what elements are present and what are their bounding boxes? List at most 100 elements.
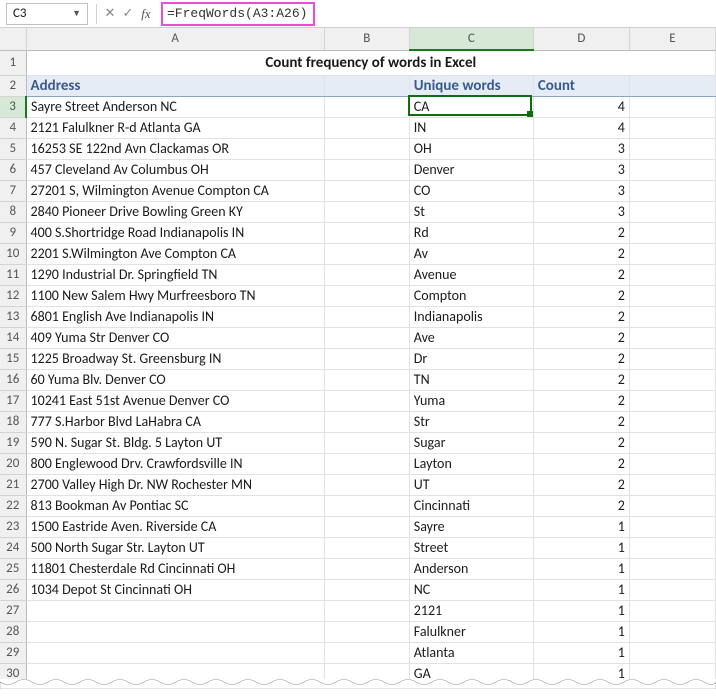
cell-B27[interactable] — [324, 600, 409, 621]
fx-icon[interactable]: fx — [137, 6, 155, 22]
row-header-19[interactable]: 19 — [0, 432, 26, 453]
cell-C3[interactable]: CA — [409, 96, 533, 117]
row-header-8[interactable]: 8 — [0, 201, 26, 222]
cell-A27[interactable] — [26, 600, 324, 621]
header-cell-E[interactable] — [629, 75, 715, 96]
cell-D27[interactable]: 1 — [533, 600, 629, 621]
cell-D10[interactable]: 2 — [533, 243, 629, 264]
cell-B18[interactable] — [324, 411, 409, 432]
cell-D17[interactable]: 2 — [533, 390, 629, 411]
cell-B3[interactable] — [324, 96, 409, 117]
cell-B5[interactable] — [324, 138, 409, 159]
cell-E28[interactable] — [629, 621, 715, 642]
cell-A14[interactable]: 409 Yuma Str Denver CO — [26, 327, 324, 348]
row-header-1[interactable]: 1 — [0, 50, 26, 75]
cell-B9[interactable] — [324, 222, 409, 243]
cell-A25[interactable]: 11801 Chesterdale Rd Cincinnati OH — [26, 558, 324, 579]
cell-E20[interactable] — [629, 453, 715, 474]
cell-C27[interactable]: 2121 — [409, 600, 533, 621]
cell-D11[interactable]: 2 — [533, 264, 629, 285]
row-header-9[interactable]: 9 — [0, 222, 26, 243]
row-header-7[interactable]: 7 — [0, 180, 26, 201]
column-header-D[interactable]: D — [533, 28, 629, 50]
column-header-A[interactable]: A — [26, 28, 324, 50]
cell-E7[interactable] — [629, 180, 715, 201]
cell-D4[interactable]: 4 — [533, 117, 629, 138]
row-header-20[interactable]: 20 — [0, 453, 26, 474]
cell-D7[interactable]: 3 — [533, 180, 629, 201]
cell-E11[interactable] — [629, 264, 715, 285]
cell-A5[interactable]: 16253 SE 122nd Avn Clackamas OR — [26, 138, 324, 159]
cell-C5[interactable]: OH — [409, 138, 533, 159]
cell-A8[interactable]: 2840 Pioneer Drive Bowling Green KY — [26, 201, 324, 222]
cell-C26[interactable]: NC — [409, 579, 533, 600]
cell-C24[interactable]: Street — [409, 537, 533, 558]
cell-C10[interactable]: Av — [409, 243, 533, 264]
cell-B21[interactable] — [324, 474, 409, 495]
row-header-12[interactable]: 12 — [0, 285, 26, 306]
header-cell-A[interactable]: Address — [26, 75, 324, 96]
cell-C17[interactable]: Yuma — [409, 390, 533, 411]
cell-B24[interactable] — [324, 537, 409, 558]
cell-B17[interactable] — [324, 390, 409, 411]
cell-C22[interactable]: Cincinnati — [409, 495, 533, 516]
cell-D29[interactable]: 1 — [533, 642, 629, 663]
cell-E9[interactable] — [629, 222, 715, 243]
name-box[interactable]: C3 ▼ — [6, 3, 88, 25]
cell-C23[interactable]: Sayre — [409, 516, 533, 537]
row-header-15[interactable]: 15 — [0, 348, 26, 369]
cell-B28[interactable] — [324, 621, 409, 642]
cell-C13[interactable]: Indianapolis — [409, 306, 533, 327]
cell-E18[interactable] — [629, 411, 715, 432]
column-header-B[interactable]: B — [324, 28, 409, 50]
cell-A12[interactable]: 1100 New Salem Hwy Murfreesboro TN — [26, 285, 324, 306]
name-box-dropdown-icon[interactable]: ▼ — [72, 8, 81, 19]
cell-E24[interactable] — [629, 537, 715, 558]
cell-E15[interactable] — [629, 348, 715, 369]
row-header-16[interactable]: 16 — [0, 369, 26, 390]
cell-E8[interactable] — [629, 201, 715, 222]
cell-C11[interactable]: Avenue — [409, 264, 533, 285]
cell-A29[interactable] — [26, 642, 324, 663]
cell-C28[interactable]: Falulkner — [409, 621, 533, 642]
cell-A7[interactable]: 27201 S, Wilmington Avenue Compton CA — [26, 180, 324, 201]
cell-C12[interactable]: Compton — [409, 285, 533, 306]
header-cell-C[interactable]: Unique words — [409, 75, 533, 96]
cell-C20[interactable]: Layton — [409, 453, 533, 474]
cell-A9[interactable]: 400 S.Shortridge Road Indianapolis IN — [26, 222, 324, 243]
cell-B19[interactable] — [324, 432, 409, 453]
select-all-corner[interactable] — [0, 28, 26, 50]
cell-A22[interactable]: 813 Bookman Av Pontiac SC — [26, 495, 324, 516]
cell-A19[interactable]: 590 N. Sugar St. Bldg. 5 Layton UT — [26, 432, 324, 453]
cell-A17[interactable]: 10241 East 51st Avenue Denver CO — [26, 390, 324, 411]
cell-B11[interactable] — [324, 264, 409, 285]
cell-D28[interactable]: 1 — [533, 621, 629, 642]
cell-C14[interactable]: Ave — [409, 327, 533, 348]
cell-B15[interactable] — [324, 348, 409, 369]
cell-E21[interactable] — [629, 474, 715, 495]
cell-D19[interactable]: 2 — [533, 432, 629, 453]
cell-D5[interactable]: 3 — [533, 138, 629, 159]
row-header-17[interactable]: 17 — [0, 390, 26, 411]
cell-A16[interactable]: 60 Yuma Blv. Denver CO — [26, 369, 324, 390]
cell-B20[interactable] — [324, 453, 409, 474]
header-cell-D[interactable]: Count — [533, 75, 629, 96]
column-header-C[interactable]: C — [409, 28, 533, 50]
header-cell-B[interactable] — [324, 75, 409, 96]
cell-C9[interactable]: Rd — [409, 222, 533, 243]
cell-D22[interactable]: 2 — [533, 495, 629, 516]
row-header-24[interactable]: 24 — [0, 537, 26, 558]
column-header-E[interactable]: E — [629, 28, 715, 50]
cell-D24[interactable]: 1 — [533, 537, 629, 558]
row-header-6[interactable]: 6 — [0, 159, 26, 180]
cell-E27[interactable] — [629, 600, 715, 621]
cell-B13[interactable] — [324, 306, 409, 327]
row-header-25[interactable]: 25 — [0, 558, 26, 579]
cell-E19[interactable] — [629, 432, 715, 453]
row-header-29[interactable]: 29 — [0, 642, 26, 663]
cell-B26[interactable] — [324, 579, 409, 600]
cell-C18[interactable]: Str — [409, 411, 533, 432]
cell-B6[interactable] — [324, 159, 409, 180]
cell-E26[interactable] — [629, 579, 715, 600]
cell-A11[interactable]: 1290 Industrial Dr. Springfield TN — [26, 264, 324, 285]
